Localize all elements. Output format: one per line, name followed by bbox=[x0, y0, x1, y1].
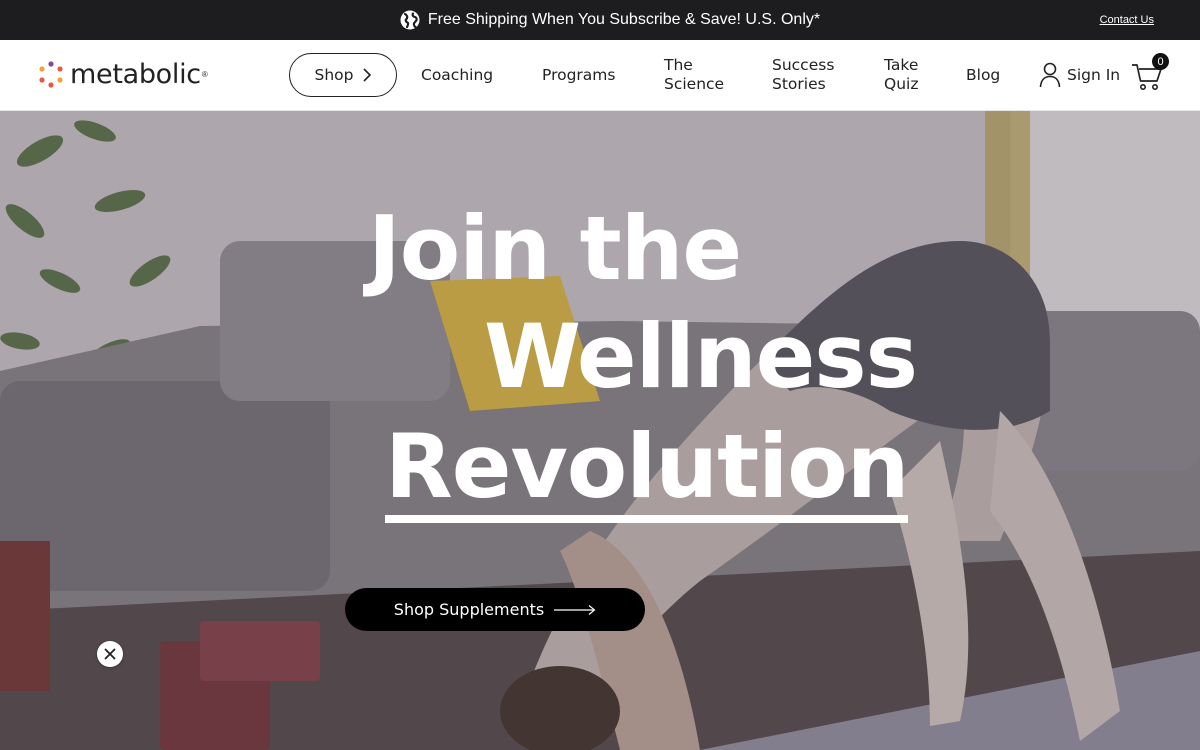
chevron-right-icon bbox=[362, 68, 371, 82]
metabolic-logo[interactable]: metabolic ® bbox=[36, 58, 208, 90]
close-popup-button[interactable] bbox=[97, 641, 123, 667]
cart-button[interactable]: 0 bbox=[1131, 53, 1169, 92]
nav-coaching[interactable]: Coaching bbox=[421, 66, 493, 85]
nav-the-science-line1: The bbox=[664, 56, 693, 74]
nav-success-stories[interactable]: Success Stories bbox=[772, 56, 834, 94]
hero-section: Join the Wellness Revolution Shop Supple… bbox=[0, 111, 1200, 750]
sign-in-label: Sign In bbox=[1067, 66, 1121, 84]
logo-registered-mark: ® bbox=[201, 69, 208, 79]
arrow-right-icon bbox=[554, 604, 596, 615]
cart-count-badge: 0 bbox=[1152, 53, 1169, 70]
nav-success-stories-line1: Success bbox=[772, 56, 835, 74]
logo-dots-icon bbox=[39, 61, 63, 88]
nav-take-quiz-line2: Quiz bbox=[884, 75, 919, 93]
logo-wordmark: metabolic bbox=[70, 58, 201, 90]
nav-blog[interactable]: Blog bbox=[966, 66, 1000, 85]
nav-the-science-line2: Science bbox=[664, 75, 725, 93]
user-icon bbox=[1039, 62, 1061, 88]
nav-take-quiz-line1: Take bbox=[884, 56, 919, 74]
announcement-bar: Free Shipping When You Subscribe & Save!… bbox=[0, 0, 1200, 40]
hero-headline-line1: Join the bbox=[368, 197, 742, 300]
shop-menu-button[interactable]: Shop bbox=[289, 53, 397, 97]
nav-take-quiz[interactable]: Take Quiz bbox=[884, 56, 918, 94]
sign-in-link[interactable]: Sign In bbox=[1039, 62, 1120, 88]
shop-label: Shop bbox=[314, 66, 354, 84]
nav-programs[interactable]: Programs bbox=[542, 66, 615, 85]
shop-supplements-label: Shop Supplements bbox=[393, 600, 545, 619]
shop-supplements-button[interactable]: Shop Supplements bbox=[345, 588, 645, 631]
hero-headline-line2: Wellness bbox=[484, 305, 918, 408]
nav-success-stories-line2: Stories bbox=[772, 75, 826, 93]
globe-icon bbox=[400, 10, 420, 30]
nav-the-science[interactable]: The Science bbox=[664, 56, 724, 94]
shipping-promo: Free Shipping When You Subscribe & Save!… bbox=[400, 10, 820, 30]
site-header: metabolic ® Shop Coaching Programs The Sc… bbox=[0, 40, 1200, 111]
promo-text: Free Shipping When You Subscribe & Save!… bbox=[427, 11, 821, 28]
close-icon bbox=[104, 648, 116, 660]
contact-us-link[interactable]: Contact Us bbox=[1100, 14, 1154, 26]
hero-headline-line3: Revolution bbox=[385, 423, 909, 523]
